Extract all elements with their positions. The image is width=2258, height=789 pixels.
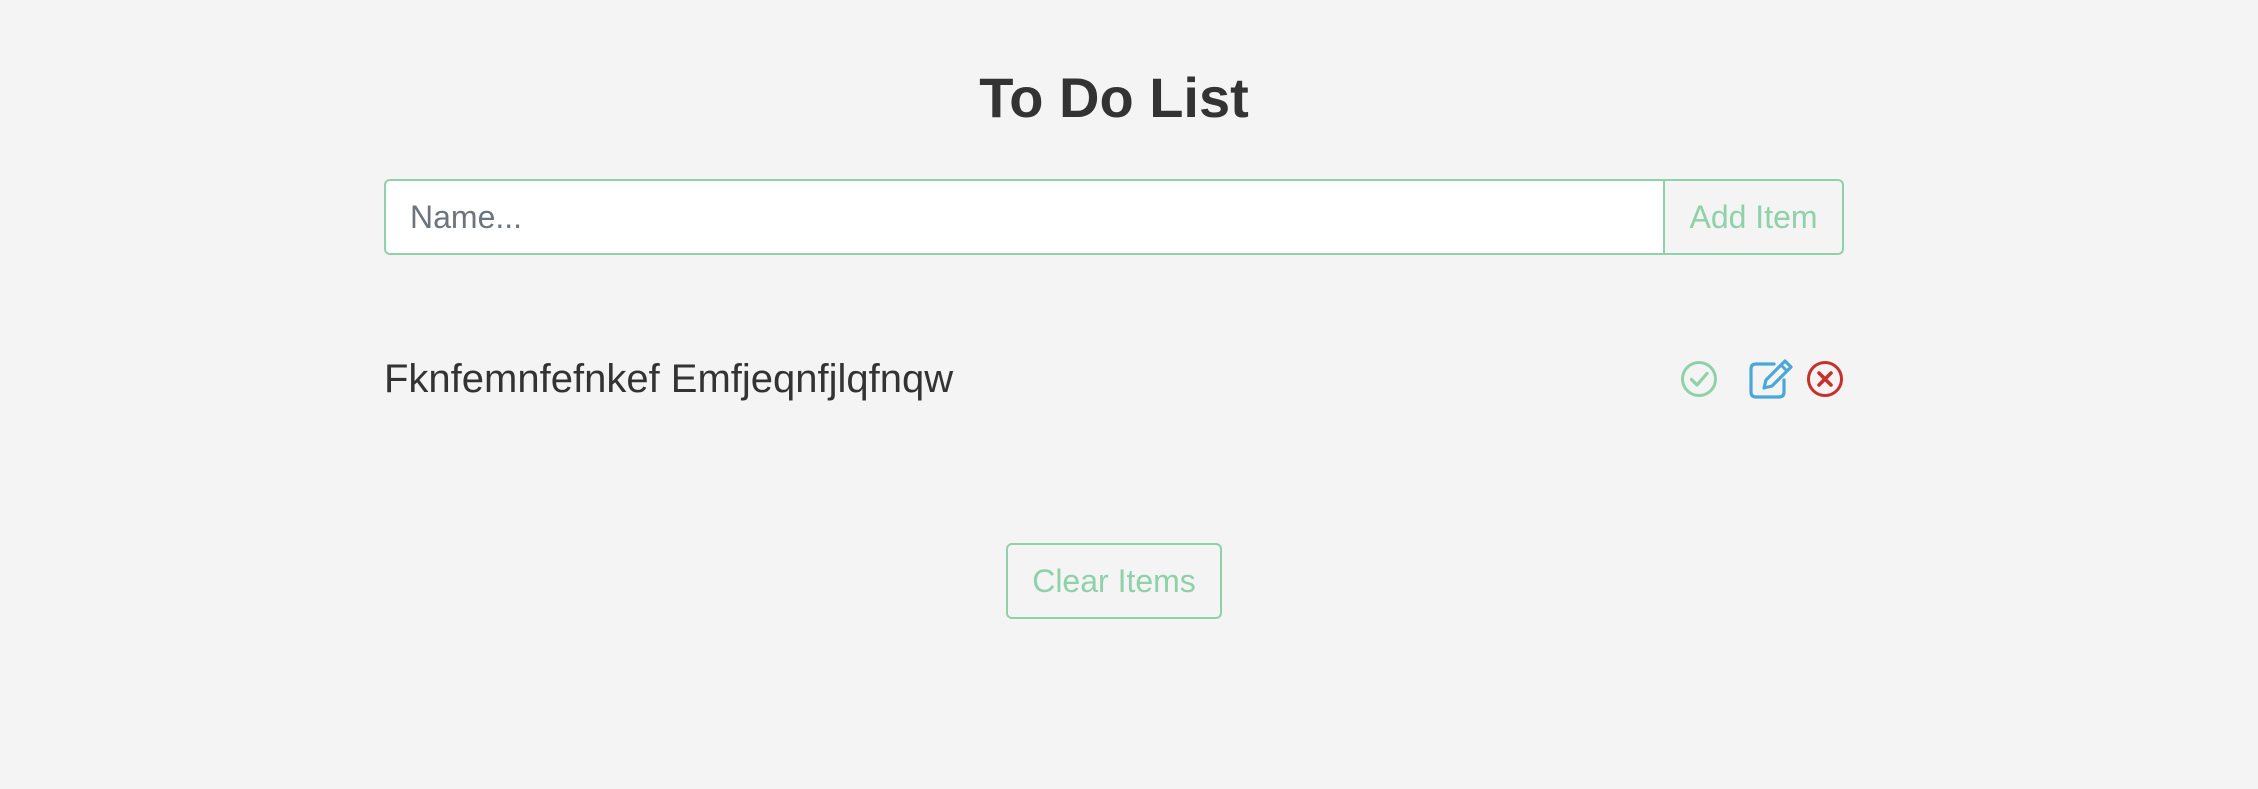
close-circle-icon[interactable] — [1806, 360, 1844, 398]
add-item-button[interactable]: Add Item — [1663, 179, 1844, 255]
item-actions — [1680, 346, 1844, 412]
check-circle-icon[interactable] — [1680, 360, 1718, 398]
item-text: Fknfemnfefnkef Emfjeqnfjlqfnqw — [384, 356, 954, 401]
clear-items-button[interactable]: Clear Items — [1006, 543, 1222, 619]
edit-icon[interactable] — [1748, 358, 1794, 400]
page-title: To Do List — [979, 66, 1249, 129]
name-input[interactable] — [384, 179, 1663, 255]
add-item-form: Add Item — [384, 179, 1844, 255]
list-item: Fknfemnfefnkef Emfjeqnfjlqfnqw — [384, 346, 1844, 412]
